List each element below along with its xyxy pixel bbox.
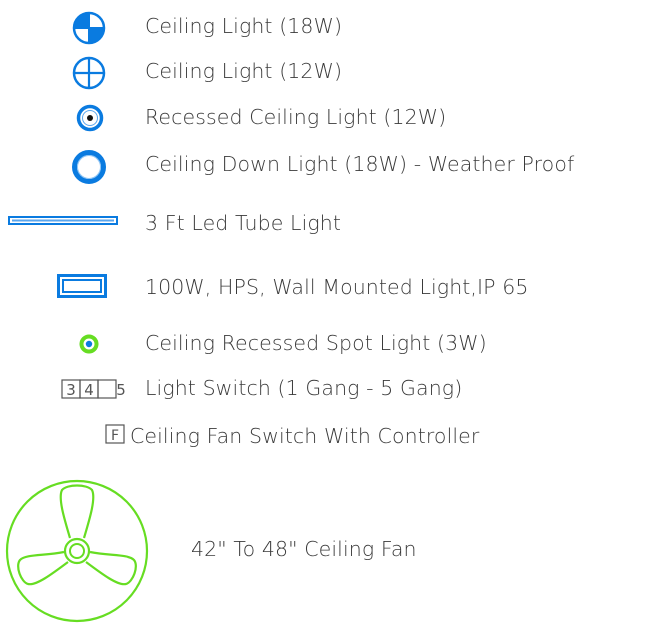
ceiling-fan-icon: [5, 479, 149, 623]
legend-label-recessed-ceiling-light: Recessed Ceiling Light (12W): [145, 105, 447, 129]
hps-wall-light-icon: [57, 274, 107, 298]
legend-label-light-switch: Light Switch (1 Gang - 5 Gang): [145, 376, 463, 400]
switch-gang-4-glyph: 4: [84, 381, 94, 399]
legend-label-recessed-spot-light: Ceiling Recessed Spot Light (3W): [145, 331, 487, 355]
ceiling-down-light-icon: [72, 150, 106, 184]
fan-switch-glyph: F: [111, 428, 119, 444]
legend-label-hps-wall-light: 100W, HPS, Wall Mounted Light,IP 65: [145, 275, 529, 299]
fan-switch-icon: F: [105, 424, 125, 444]
ceiling-light-18w-icon: [72, 11, 106, 45]
legend-label-ceiling-light-12w: Ceiling Light (12W): [145, 59, 343, 83]
recessed-spot-light-icon: [79, 334, 99, 354]
legend-label-led-tube-light: 3 Ft Led Tube Light: [145, 211, 341, 235]
recessed-ceiling-light-icon: [76, 104, 104, 132]
led-tube-light-icon: [8, 216, 118, 225]
legend-label-fan-switch: Ceiling Fan Switch With Controller: [130, 424, 480, 448]
light-switch-icon: 3 4 5: [61, 379, 126, 399]
switch-gang-3-glyph: 3: [66, 381, 76, 399]
ceiling-light-12w-icon: [72, 56, 106, 90]
legend-label-ceiling-fan: 42" To 48" Ceiling Fan: [191, 537, 417, 561]
legend-label-ceiling-down-light: Ceiling Down Light (18W) - Weather Proof: [145, 152, 575, 176]
switch-gang-5-glyph: 5: [116, 381, 126, 399]
legend-label-ceiling-light-18w: Ceiling Light (18W): [145, 14, 343, 38]
